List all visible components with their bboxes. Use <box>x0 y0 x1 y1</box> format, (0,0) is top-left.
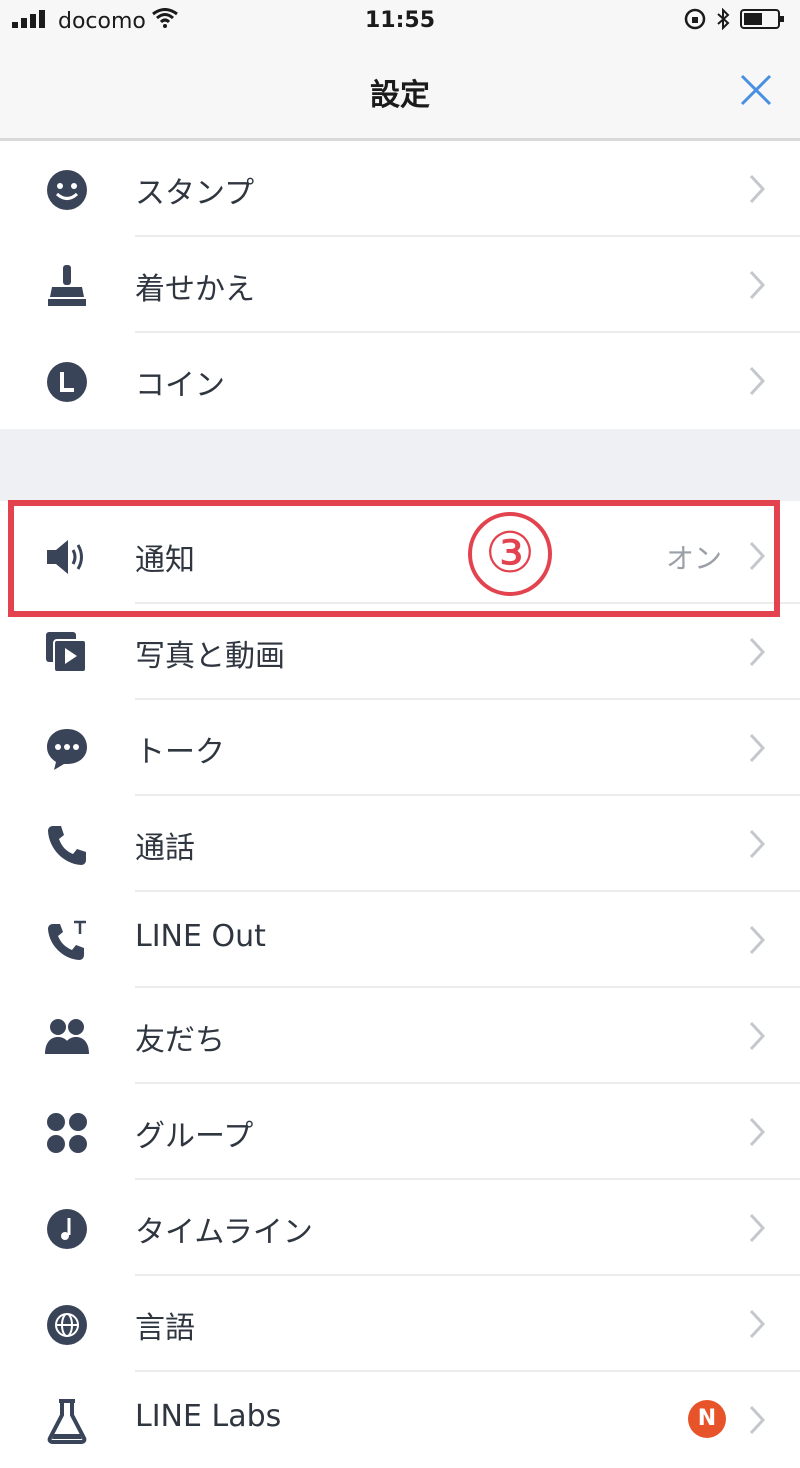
settings-item-groups[interactable]: グループ <box>0 1084 800 1180</box>
settings-item-label: LINE Out <box>135 919 266 954</box>
settings-item-label: タイムライン <box>135 1215 313 1250</box>
coin-icon <box>44 359 90 405</box>
step-number-marker: ③ <box>468 512 552 596</box>
theme-icon <box>44 263 90 309</box>
chevron-right-icon <box>749 733 766 763</box>
line-out-icon <box>44 918 90 964</box>
settings-item-label: グループ <box>135 1119 254 1154</box>
close-icon <box>740 74 772 106</box>
chevron-right-icon <box>749 1117 766 1147</box>
settings-list-top: スタンプ 着せかえ コイン <box>0 141 800 429</box>
section-separator <box>0 429 800 501</box>
sticker-icon <box>44 167 90 213</box>
settings-item-chats[interactable]: トーク <box>0 700 800 796</box>
settings-item-stickers[interactable]: スタンプ <box>0 141 800 237</box>
settings-item-coins[interactable]: コイン <box>0 333 800 429</box>
nav-bar: 設定 <box>0 44 800 141</box>
rotation-lock-icon <box>684 8 706 36</box>
chevron-right-icon <box>749 829 766 859</box>
status-time: 11:55 <box>364 8 436 33</box>
chevron-right-icon <box>749 174 766 204</box>
chevron-right-icon <box>749 366 766 396</box>
phone-icon <box>44 822 90 868</box>
settings-item-label: トーク <box>135 735 225 770</box>
photo-video-icon <box>44 630 90 676</box>
settings-item-line-out[interactable]: LINE Out <box>0 892 800 988</box>
settings-item-label: 言語 <box>135 1311 195 1346</box>
settings-item-label: 写真と動画 <box>135 639 285 674</box>
settings-item-label: スタンプ <box>135 176 255 211</box>
bluetooth-icon <box>716 7 730 36</box>
settings-item-label: 友だち <box>135 1023 225 1058</box>
chevron-right-icon <box>749 637 766 667</box>
settings-item-label: コイン <box>135 368 225 403</box>
chevron-right-icon <box>749 1405 766 1435</box>
settings-item-notifications[interactable]: 通知 オン <box>0 508 800 604</box>
settings-item-calls[interactable]: 通話 <box>0 796 800 892</box>
chat-icon <box>44 726 90 772</box>
chevron-right-icon <box>749 925 766 955</box>
chevron-right-icon <box>749 270 766 300</box>
settings-item-friends[interactable]: 友だち <box>0 988 800 1084</box>
settings-item-label: 着せかえ <box>135 272 255 307</box>
settings-item-line-labs[interactable]: LINE Labs N <box>0 1372 800 1468</box>
language-icon <box>44 1302 90 1348</box>
group-icon <box>44 1110 90 1156</box>
status-bar: docomo 11:55 <box>0 0 800 44</box>
settings-item-language[interactable]: 言語 <box>0 1276 800 1372</box>
page-title: 設定 <box>370 78 430 113</box>
settings-list-main: 通知 オン 写真と動画 トーク 通話 LINE Out 友だち グループ タイム… <box>0 508 800 1468</box>
friends-icon <box>44 1014 90 1060</box>
chevron-right-icon <box>749 541 766 571</box>
battery-icon <box>740 8 786 36</box>
chevron-right-icon <box>749 1309 766 1339</box>
settings-item-label: 通話 <box>135 831 195 866</box>
chevron-right-icon <box>749 1213 766 1243</box>
new-badge: N <box>688 1400 726 1438</box>
settings-item-label: 通知 <box>135 543 195 578</box>
speaker-icon <box>44 534 90 580</box>
notification-status: オン <box>665 542 722 575</box>
timeline-icon <box>44 1206 90 1252</box>
settings-item-themes[interactable]: 着せかえ <box>0 237 800 333</box>
settings-item-timeline[interactable]: タイムライン <box>0 1180 800 1276</box>
settings-item-photos-videos[interactable]: 写真と動画 <box>0 604 800 700</box>
close-button[interactable] <box>734 68 778 112</box>
chevron-right-icon <box>749 1021 766 1051</box>
labs-icon <box>44 1398 90 1444</box>
